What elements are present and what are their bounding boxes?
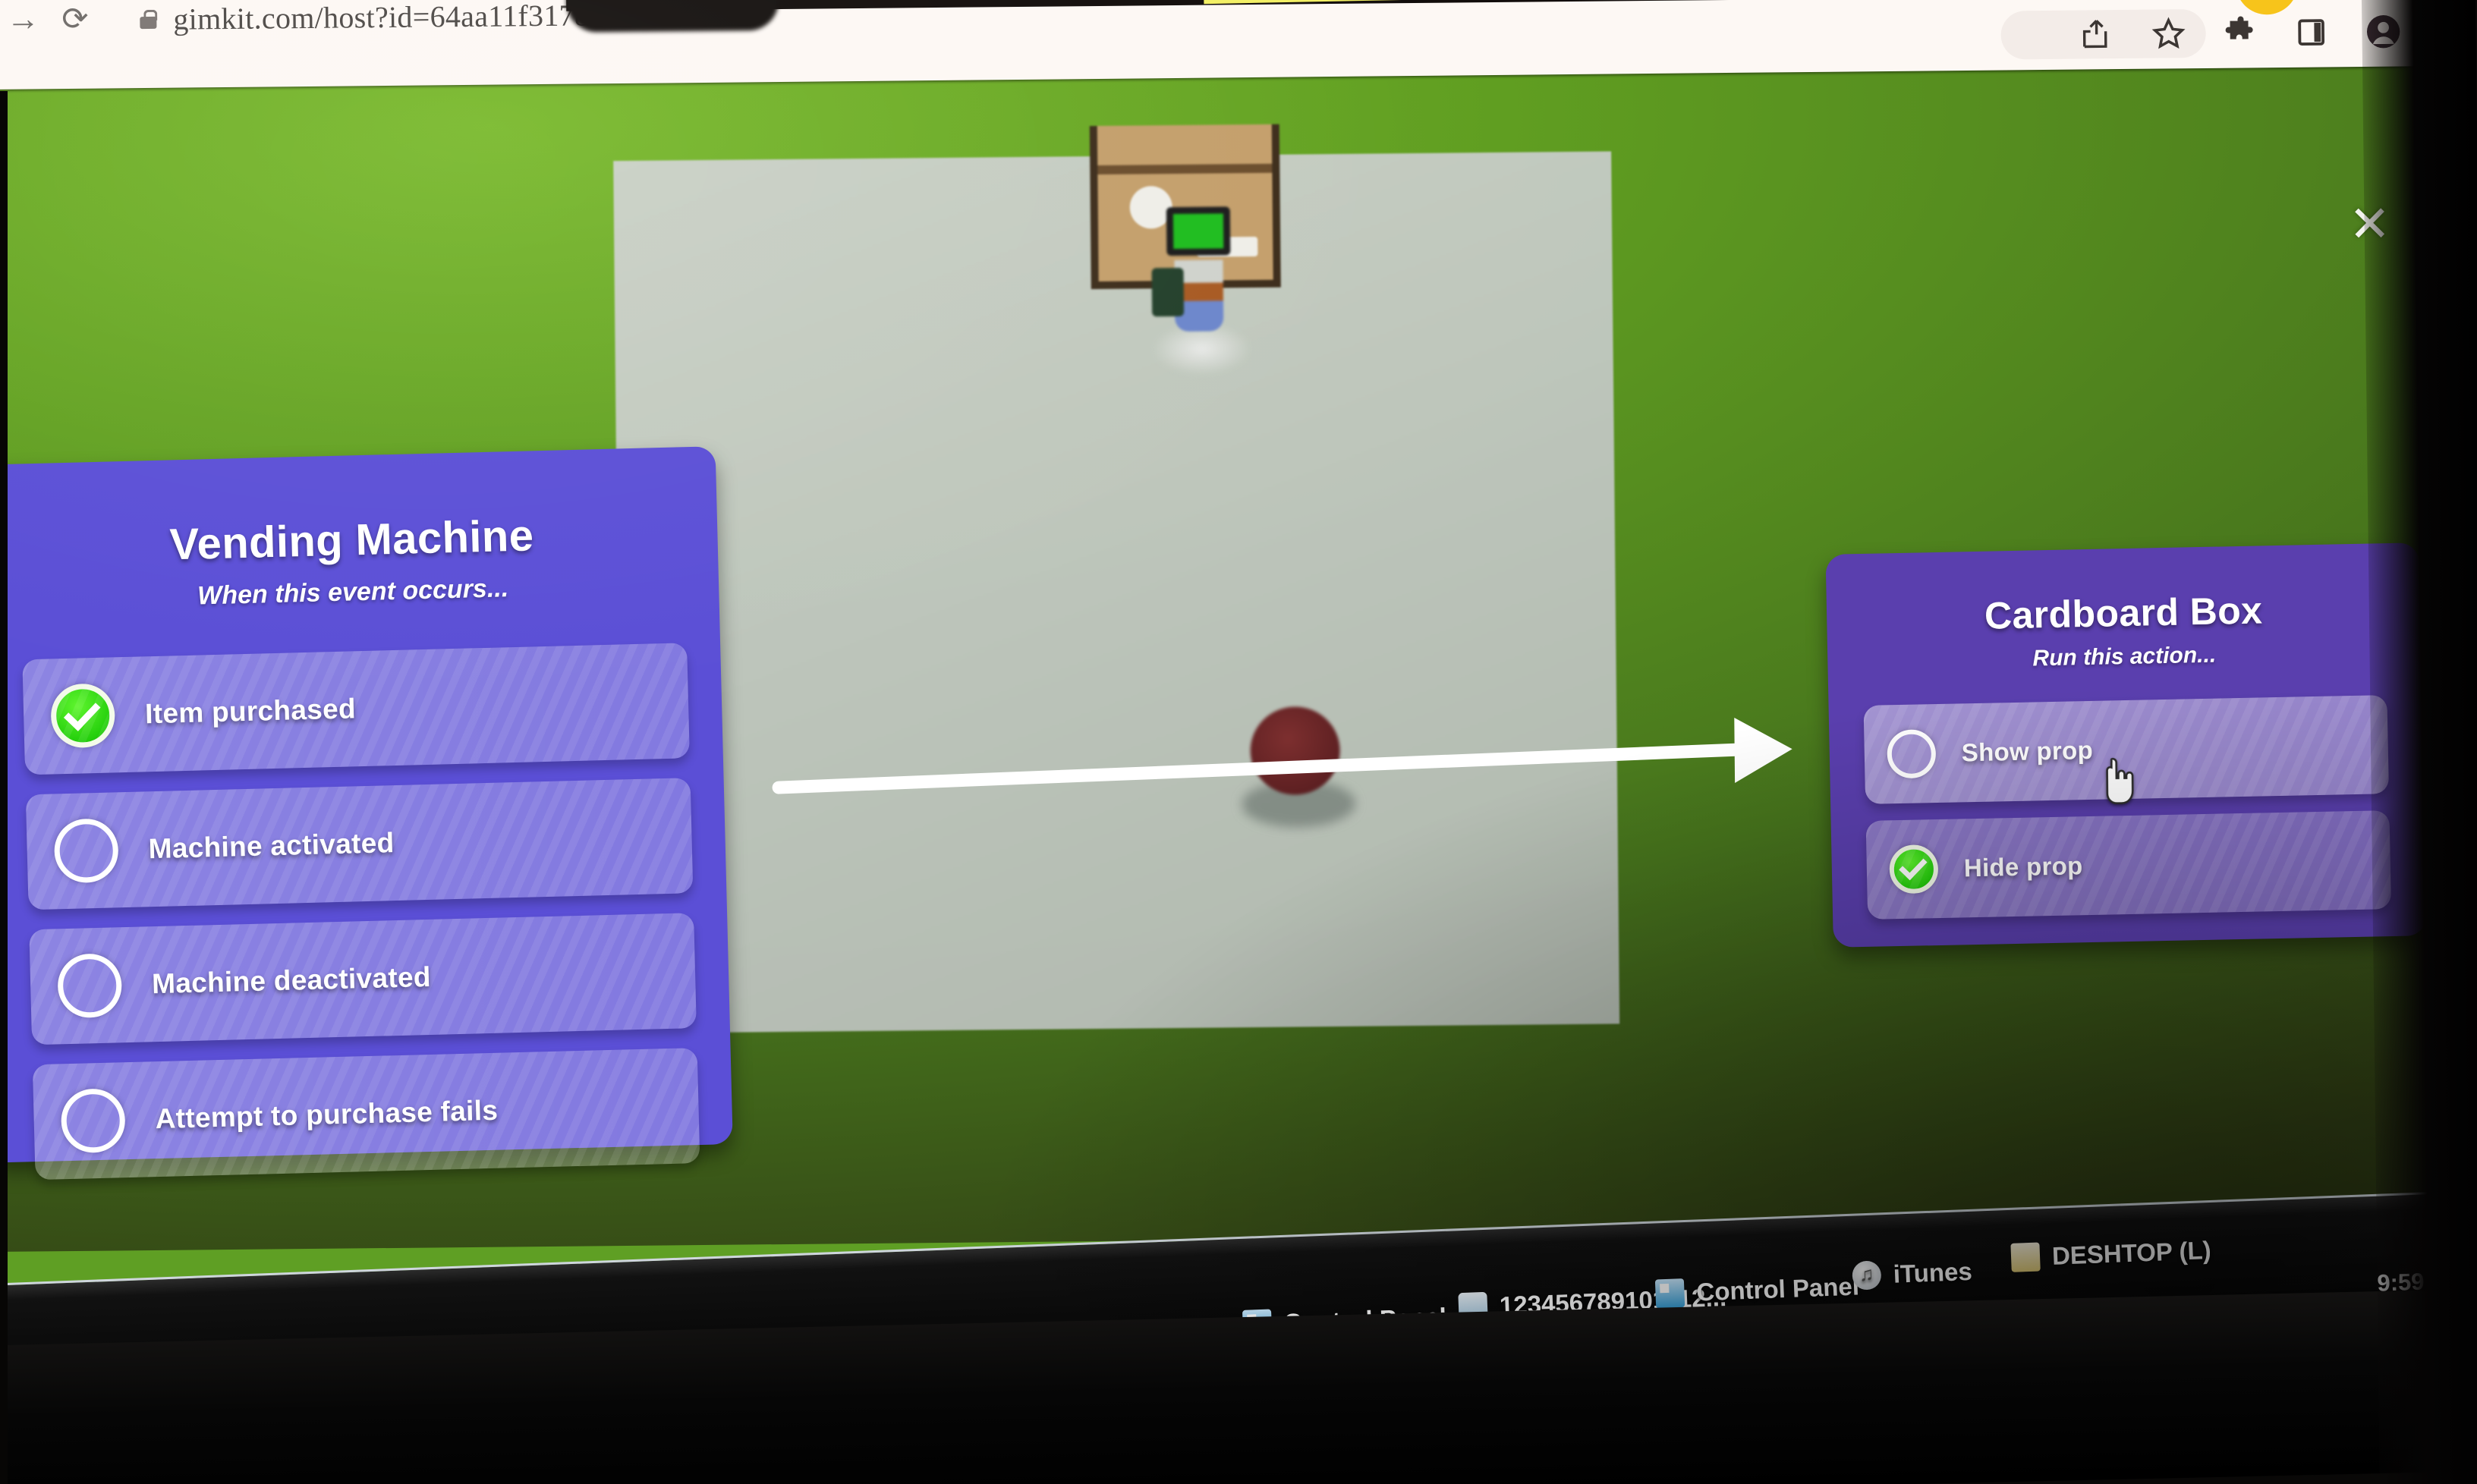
monitor-photograph: ✕ Vending Machine When this event occurs…: [0, 0, 2477, 1484]
radio-unchecked-icon[interactable]: [57, 953, 123, 1019]
event-option-row[interactable]: Machine deactivated: [29, 913, 697, 1045]
taskbar-item-deshtop[interactable]: DESHTOP (L): [2010, 1236, 2211, 1272]
radio-checked-icon[interactable]: [50, 683, 116, 749]
event-option-label: Attempt to purchase fails: [155, 1094, 499, 1135]
radio-unchecked-icon[interactable]: [60, 1088, 126, 1154]
action-panel: Cardboard Box Run this action... Show pr…: [1825, 542, 2427, 948]
action-option-label: Show prop: [1961, 735, 2094, 767]
radio-unchecked-icon[interactable]: [53, 818, 119, 884]
reload-icon[interactable]: ⟳: [61, 1, 89, 36]
itunes-icon: [1852, 1260, 1882, 1291]
action-panel-subtitle: Run this action...: [2032, 642, 2217, 671]
puzzle-piece-icon[interactable]: [2222, 14, 2258, 51]
taskbar-item-control-panel-2[interactable]: Control Panel: [1654, 1272, 1860, 1309]
forward-arrow-icon[interactable]: →: [6, 0, 39, 37]
event-panel-subtitle: When this event occurs...: [197, 574, 509, 611]
taskbar-item-itunes[interactable]: iTunes: [1852, 1257, 1972, 1291]
event-option-row[interactable]: Item purchased: [22, 643, 690, 775]
foreground-object: [565, 0, 779, 33]
action-option-row[interactable]: Hide prop: [1865, 810, 2392, 920]
taskbar-item-label: DESHTOP (L): [2051, 1236, 2212, 1270]
monitor-screen: ✕ Vending Machine When this event occurs…: [0, 0, 2477, 1419]
event-panel: Vending Machine When this event occurs..…: [0, 446, 733, 1181]
taskbar-item-label: Control Panel: [1695, 1272, 1860, 1306]
event-panel-title: Vending Machine: [168, 511, 535, 570]
mouse-cursor-hand-icon: [2106, 757, 2134, 805]
gimkit-game-world: ✕ Vending Machine When this event occurs…: [0, 59, 2477, 1252]
event-option-row[interactable]: Attempt to purchase fails: [32, 1048, 700, 1181]
control-panel-icon: [1654, 1278, 1685, 1309]
radio-unchecked-icon[interactable]: [1887, 729, 1937, 779]
action-panel-title: Cardboard Box: [1984, 589, 2263, 637]
note-icon: [2010, 1242, 2041, 1272]
event-option-list: Item purchased Machine activated Machine…: [22, 643, 700, 1181]
side-panel-icon[interactable]: [2293, 14, 2328, 49]
event-option-label: Item purchased: [144, 693, 357, 730]
monitor-bezel-right: [2361, 0, 2477, 1484]
event-option-row[interactable]: Machine activated: [25, 778, 694, 910]
action-option-label: Hide prop: [1963, 851, 2083, 882]
share-icon[interactable]: [2078, 16, 2114, 52]
taskbar-item-label: iTunes: [1893, 1256, 1973, 1288]
event-option-label: Machine activated: [148, 827, 395, 865]
event-option-label: Machine deactivated: [151, 961, 432, 1000]
radio-checked-icon[interactable]: [1889, 844, 1939, 894]
monitor-bezel-left: [0, 91, 8, 1484]
address-bar-url: gimkit.com/host?id=64aa11f31786: [173, 0, 606, 36]
star-icon[interactable]: [2149, 14, 2187, 52]
lock-icon: [140, 9, 157, 30]
